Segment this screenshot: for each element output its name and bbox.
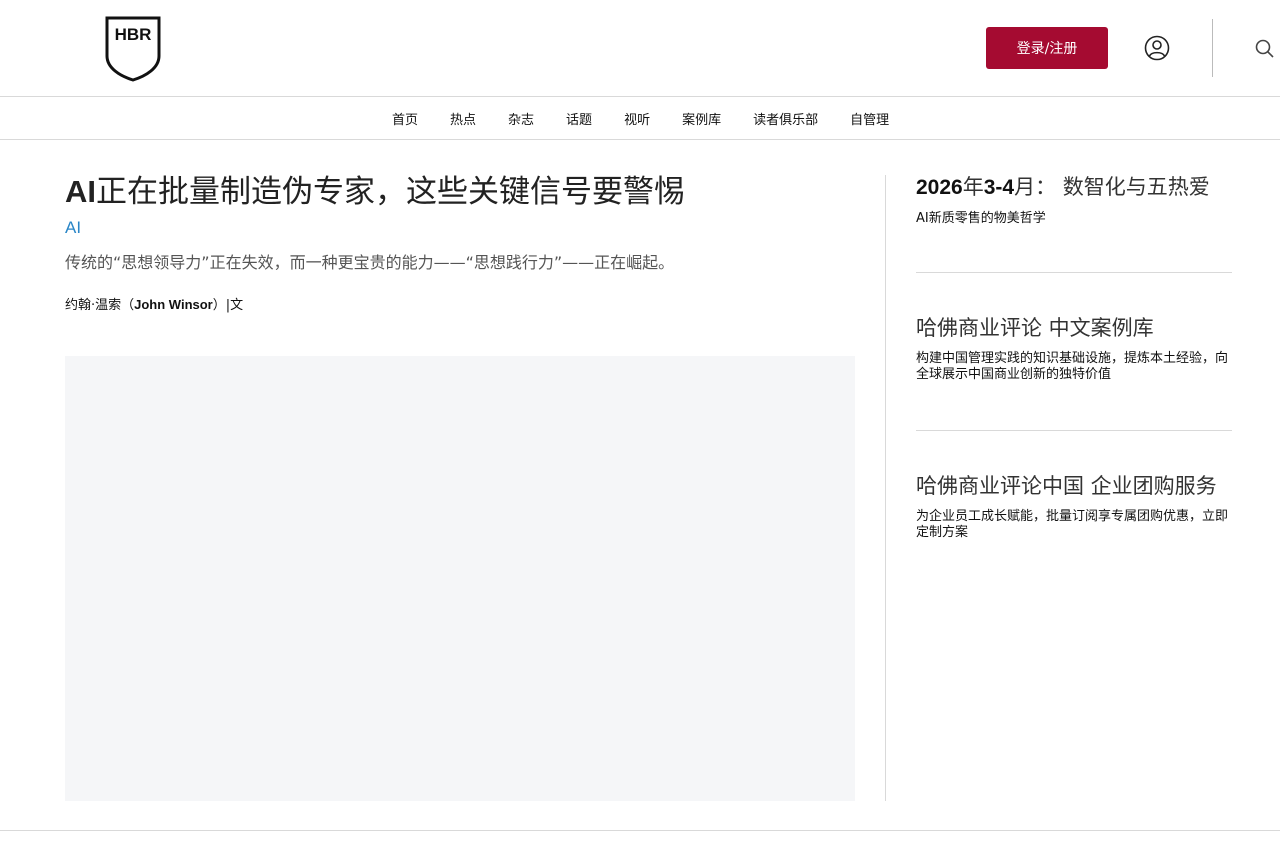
site-header: HBR 登录/注册 (0, 0, 1280, 97)
sidebar: 2026年3-4月： 数智化与五热爱 AI新质零售的物美哲学 哈佛商业评论 中文… (916, 172, 1232, 541)
nav-item-reader-club[interactable]: 读者俱乐部 (753, 109, 818, 128)
nav-item-self-management[interactable]: 自管理 (850, 109, 889, 128)
nav-item-hot[interactable]: 热点 (450, 109, 476, 128)
promo-magazine-title: 2026年3-4月： 数智化与五热爱 (916, 175, 1210, 199)
promo-magazine-issue[interactable]: 2026年3-4月： 数智化与五热爱 AI新质零售的物美哲学 (916, 172, 1232, 272)
header-divider (1212, 19, 1213, 77)
logo-text: HBR (115, 25, 152, 44)
promo-magazine-desc: AI新质零售的物美哲学 (916, 211, 1046, 226)
search-icon[interactable] (1254, 38, 1276, 60)
article-header: AI正在批量制造伪专家，这些关键信号要警惕 AI 传统的“思想领导力”正在失效，… (65, 170, 865, 313)
promo-case-library[interactable]: 哈佛商业评论 中文案例库 构建中国管理实践的知识基础设施，提炼本土经验，向全球展… (916, 273, 1232, 430)
user-icon[interactable] (1144, 35, 1170, 61)
nav-item-home[interactable]: 首页 (392, 109, 418, 128)
promo-group-purchase[interactable]: 哈佛商业评论中国 企业团购服务 为企业员工成长赋能，批量订阅享专属团购优惠，立即… (916, 431, 1232, 541)
nav-item-media[interactable]: 视听 (624, 109, 650, 128)
column-divider (885, 175, 886, 801)
hbr-logo[interactable]: HBR (104, 16, 162, 82)
promo-group-purchase-title: 哈佛商业评论中国 企业团购服务 (916, 474, 1217, 498)
nav-item-topics[interactable]: 话题 (566, 109, 592, 128)
article-summary: 传统的“思想领导力”正在失效，而一种更宝贵的能力——“思想践行力”——正在崛起。 (65, 253, 675, 272)
article-tag-link[interactable]: AI (65, 218, 865, 238)
promo-group-purchase-desc: 为企业员工成长赋能，批量订阅享专属团购优惠，立即定制方案 (916, 509, 1229, 540)
nav-item-cases[interactable]: 案例库 (682, 109, 721, 128)
main-nav: 首页 热点 杂志 话题 视听 案例库 读者俱乐部 自管理 (0, 97, 1280, 140)
login-register-button[interactable]: 登录/注册 (986, 27, 1108, 69)
article-title: AI正在批量制造伪专家，这些关键信号要警惕 (65, 174, 685, 210)
footer-divider (0, 830, 1280, 831)
article-byline: 约翰·温索（John Winsor）|文 (65, 297, 244, 313)
promo-case-library-title: 哈佛商业评论 中文案例库 (916, 316, 1154, 340)
hero-image-placeholder (65, 356, 855, 801)
promo-case-library-desc: 构建中国管理实践的知识基础设施，提炼本土经验，向全球展示中国商业创新的独特价值 (916, 351, 1229, 382)
nav-item-magazine[interactable]: 杂志 (508, 109, 534, 128)
